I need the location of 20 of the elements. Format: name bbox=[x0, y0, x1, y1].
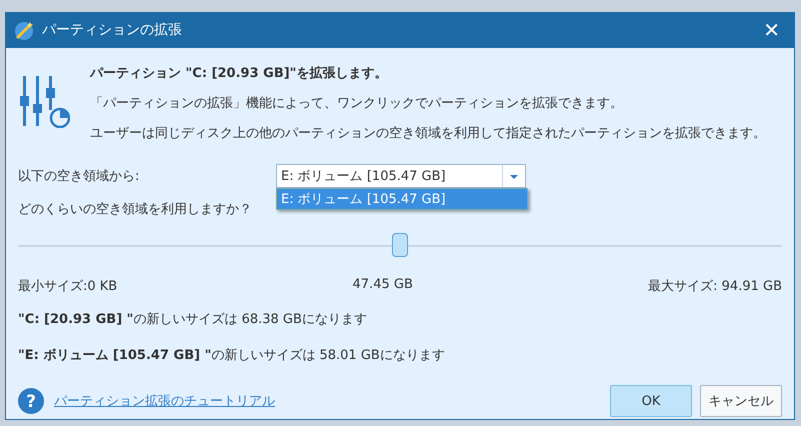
current-size-value: 47.45 GB bbox=[352, 277, 413, 294]
ok-button[interactable]: OK bbox=[610, 385, 692, 417]
free-space-label: 以下の空き領域から: bbox=[18, 168, 140, 185]
sliders-pie-icon bbox=[20, 76, 70, 128]
max-size-label: 最大サイズ: 94.91 GB bbox=[648, 278, 782, 295]
new-size-text: "E: ボリューム [105.47 GB] "の新しいサイズは 58.01 GBになります bbox=[18, 347, 446, 364]
wand-icon bbox=[14, 19, 36, 41]
description-text: 「パーティションの拡張」機能によって、ワンクリックでパーティションを拡張できます。 bbox=[90, 95, 624, 112]
heading-text: パーティション "C: [20.93 GB]"を拡張します。 bbox=[90, 65, 388, 82]
help-icon: ? bbox=[18, 388, 44, 414]
window-title: パーティションの拡張 bbox=[42, 21, 183, 39]
description-text: ユーザーは同じディスク上の他のパーティションの空き領域を利用して指定されたパーティションを拡張できます。 bbox=[90, 125, 766, 142]
slider-thumb[interactable] bbox=[392, 233, 408, 257]
min-size-label: 最小サイズ:0 KB bbox=[18, 278, 118, 295]
new-size-text: "C: [20.93 GB] "の新しいサイズは 68.38 GBになります bbox=[18, 311, 368, 328]
close-button[interactable]: ✕ bbox=[759, 18, 784, 42]
free-space-dropdown[interactable]: E: ボリューム [105.47 GB] bbox=[276, 164, 526, 188]
question-text: どのくらいの空き領域を利用しますか？ bbox=[18, 201, 252, 218]
cancel-button[interactable]: キャンセル bbox=[700, 385, 782, 417]
tutorial-link[interactable]: パーティション拡張のチュートリアル bbox=[54, 392, 602, 410]
